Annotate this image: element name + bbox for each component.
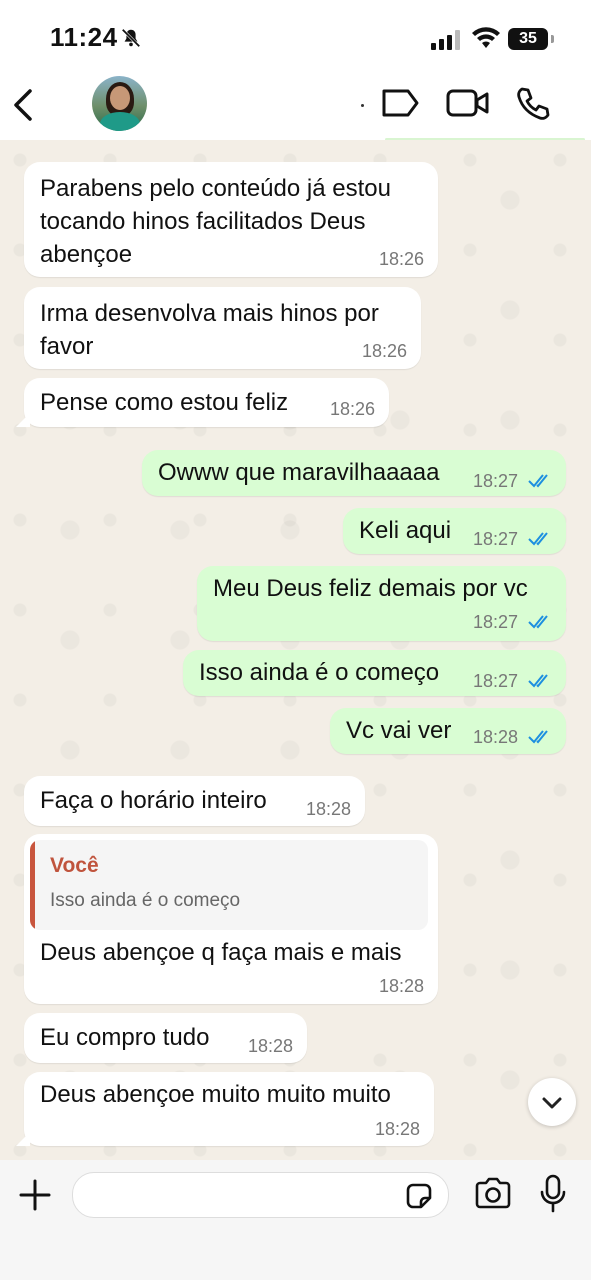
message-time: 18:28: [247, 1036, 293, 1056]
message-outgoing[interactable]: Owww que maravilhaaaaa 18:27: [142, 450, 566, 496]
message-text: Parabens pelo conteúdo já estou tocando …: [40, 175, 391, 268]
microphone-icon[interactable]: [538, 1174, 568, 1214]
message-text: Pense como estou feliz: [40, 389, 289, 416]
message-time: 18:28: [305, 799, 351, 819]
battery-level: 35: [508, 28, 548, 50]
chevron-down-icon: [542, 1097, 562, 1109]
read-receipt-icon: [528, 532, 548, 546]
message-time: 18:28: [378, 976, 424, 996]
quote-accent-bar: [30, 840, 35, 930]
message-list[interactable]: Parabens pelo conteúdo já estou tocando …: [0, 140, 591, 1160]
message-outgoing[interactable]: Vc vai ver 18:28: [330, 708, 566, 754]
quoted-author: Você: [50, 854, 99, 877]
message-incoming[interactable]: Eu compro tudo 18:28: [24, 1013, 307, 1063]
chevron-left-icon[interactable]: [10, 88, 36, 122]
message-time: 18:27: [473, 612, 519, 632]
message-incoming[interactable]: Irma desenvolva mais hinos por favor 18:…: [24, 287, 421, 369]
camera-icon[interactable]: [474, 1176, 512, 1210]
avatar[interactable]: [92, 76, 147, 131]
message-incoming[interactable]: Parabens pelo conteúdo já estou tocando …: [24, 162, 438, 277]
message-input[interactable]: [89, 1179, 393, 1211]
signal-icon: [431, 30, 460, 50]
bubble-tail: [16, 1132, 30, 1146]
read-receipt-icon: [528, 474, 548, 488]
message-outgoing[interactable]: Isso ainda é o começo 18:27: [183, 650, 566, 696]
scroll-to-bottom-button[interactable]: [528, 1078, 576, 1126]
composer-bar: [0, 1160, 591, 1280]
message-input-wrapper[interactable]: [72, 1172, 449, 1218]
message-time: 18:27: [473, 529, 519, 549]
message-text: Faça o horário inteiro: [40, 787, 267, 814]
quoted-text: Isso ainda é o começo: [50, 890, 241, 911]
message-time: 18:28: [473, 727, 519, 747]
plus-icon[interactable]: [18, 1178, 52, 1212]
label-icon[interactable]: [380, 86, 420, 120]
read-receipt-icon: [528, 615, 548, 629]
phone-icon[interactable]: [514, 86, 550, 122]
message-outgoing[interactable]: Meu Deus feliz demais por vc 18:27: [197, 566, 566, 641]
chat-header: [0, 70, 591, 141]
video-camera-icon[interactable]: [446, 86, 490, 120]
battery-cap: [551, 35, 554, 43]
message-time: 18:27: [473, 471, 519, 491]
message-text: Vc vai ver: [346, 717, 452, 744]
bell-muted-icon: [121, 28, 141, 48]
message-incoming[interactable]: Faça o horário inteiro 18:28: [24, 776, 365, 826]
read-receipt-icon: [528, 730, 548, 744]
read-receipt-icon: [528, 674, 548, 688]
message-text: Irma desenvolva mais hinos por favor: [40, 300, 379, 360]
message-text: Owww que maravilhaaaaa: [158, 459, 440, 486]
message-time: 18:26: [378, 249, 424, 269]
battery-indicator: 35: [508, 28, 554, 50]
sticker-icon[interactable]: [404, 1181, 434, 1211]
message-text: Keli aqui: [359, 517, 452, 544]
message-time: 18:27: [473, 671, 519, 691]
status-time: 11:24: [50, 22, 118, 52]
message-text: Deus abençoe q faça mais e mais: [40, 939, 402, 966]
message-text: Deus abençoe muito muito muito: [40, 1081, 391, 1108]
message-time: 18:28: [374, 1119, 420, 1139]
message-time: 18:26: [361, 341, 407, 361]
message-text: Meu Deus feliz demais por vc: [213, 575, 528, 602]
message-incoming[interactable]: Pense como estou feliz 18:26: [16, 378, 389, 427]
bubble-tail: [16, 413, 30, 427]
wifi-icon: [472, 27, 500, 48]
status-bar: 11:24 35: [0, 0, 591, 70]
message-text: Eu compro tudo: [40, 1024, 210, 1051]
message-time: 18:26: [329, 399, 375, 419]
message-text: Isso ainda é o começo: [199, 659, 440, 686]
message-incoming[interactable]: Deus abençoe muito muito muito 18:28: [16, 1072, 434, 1146]
separator-dot: [361, 104, 364, 107]
message-outgoing[interactable]: Keli aqui 18:27: [343, 508, 566, 554]
quoted-message[interactable]: Você Isso ainda é o começo: [30, 840, 428, 930]
message-incoming-reply[interactable]: Você Isso ainda é o começo Deus abençoe …: [24, 834, 438, 1004]
